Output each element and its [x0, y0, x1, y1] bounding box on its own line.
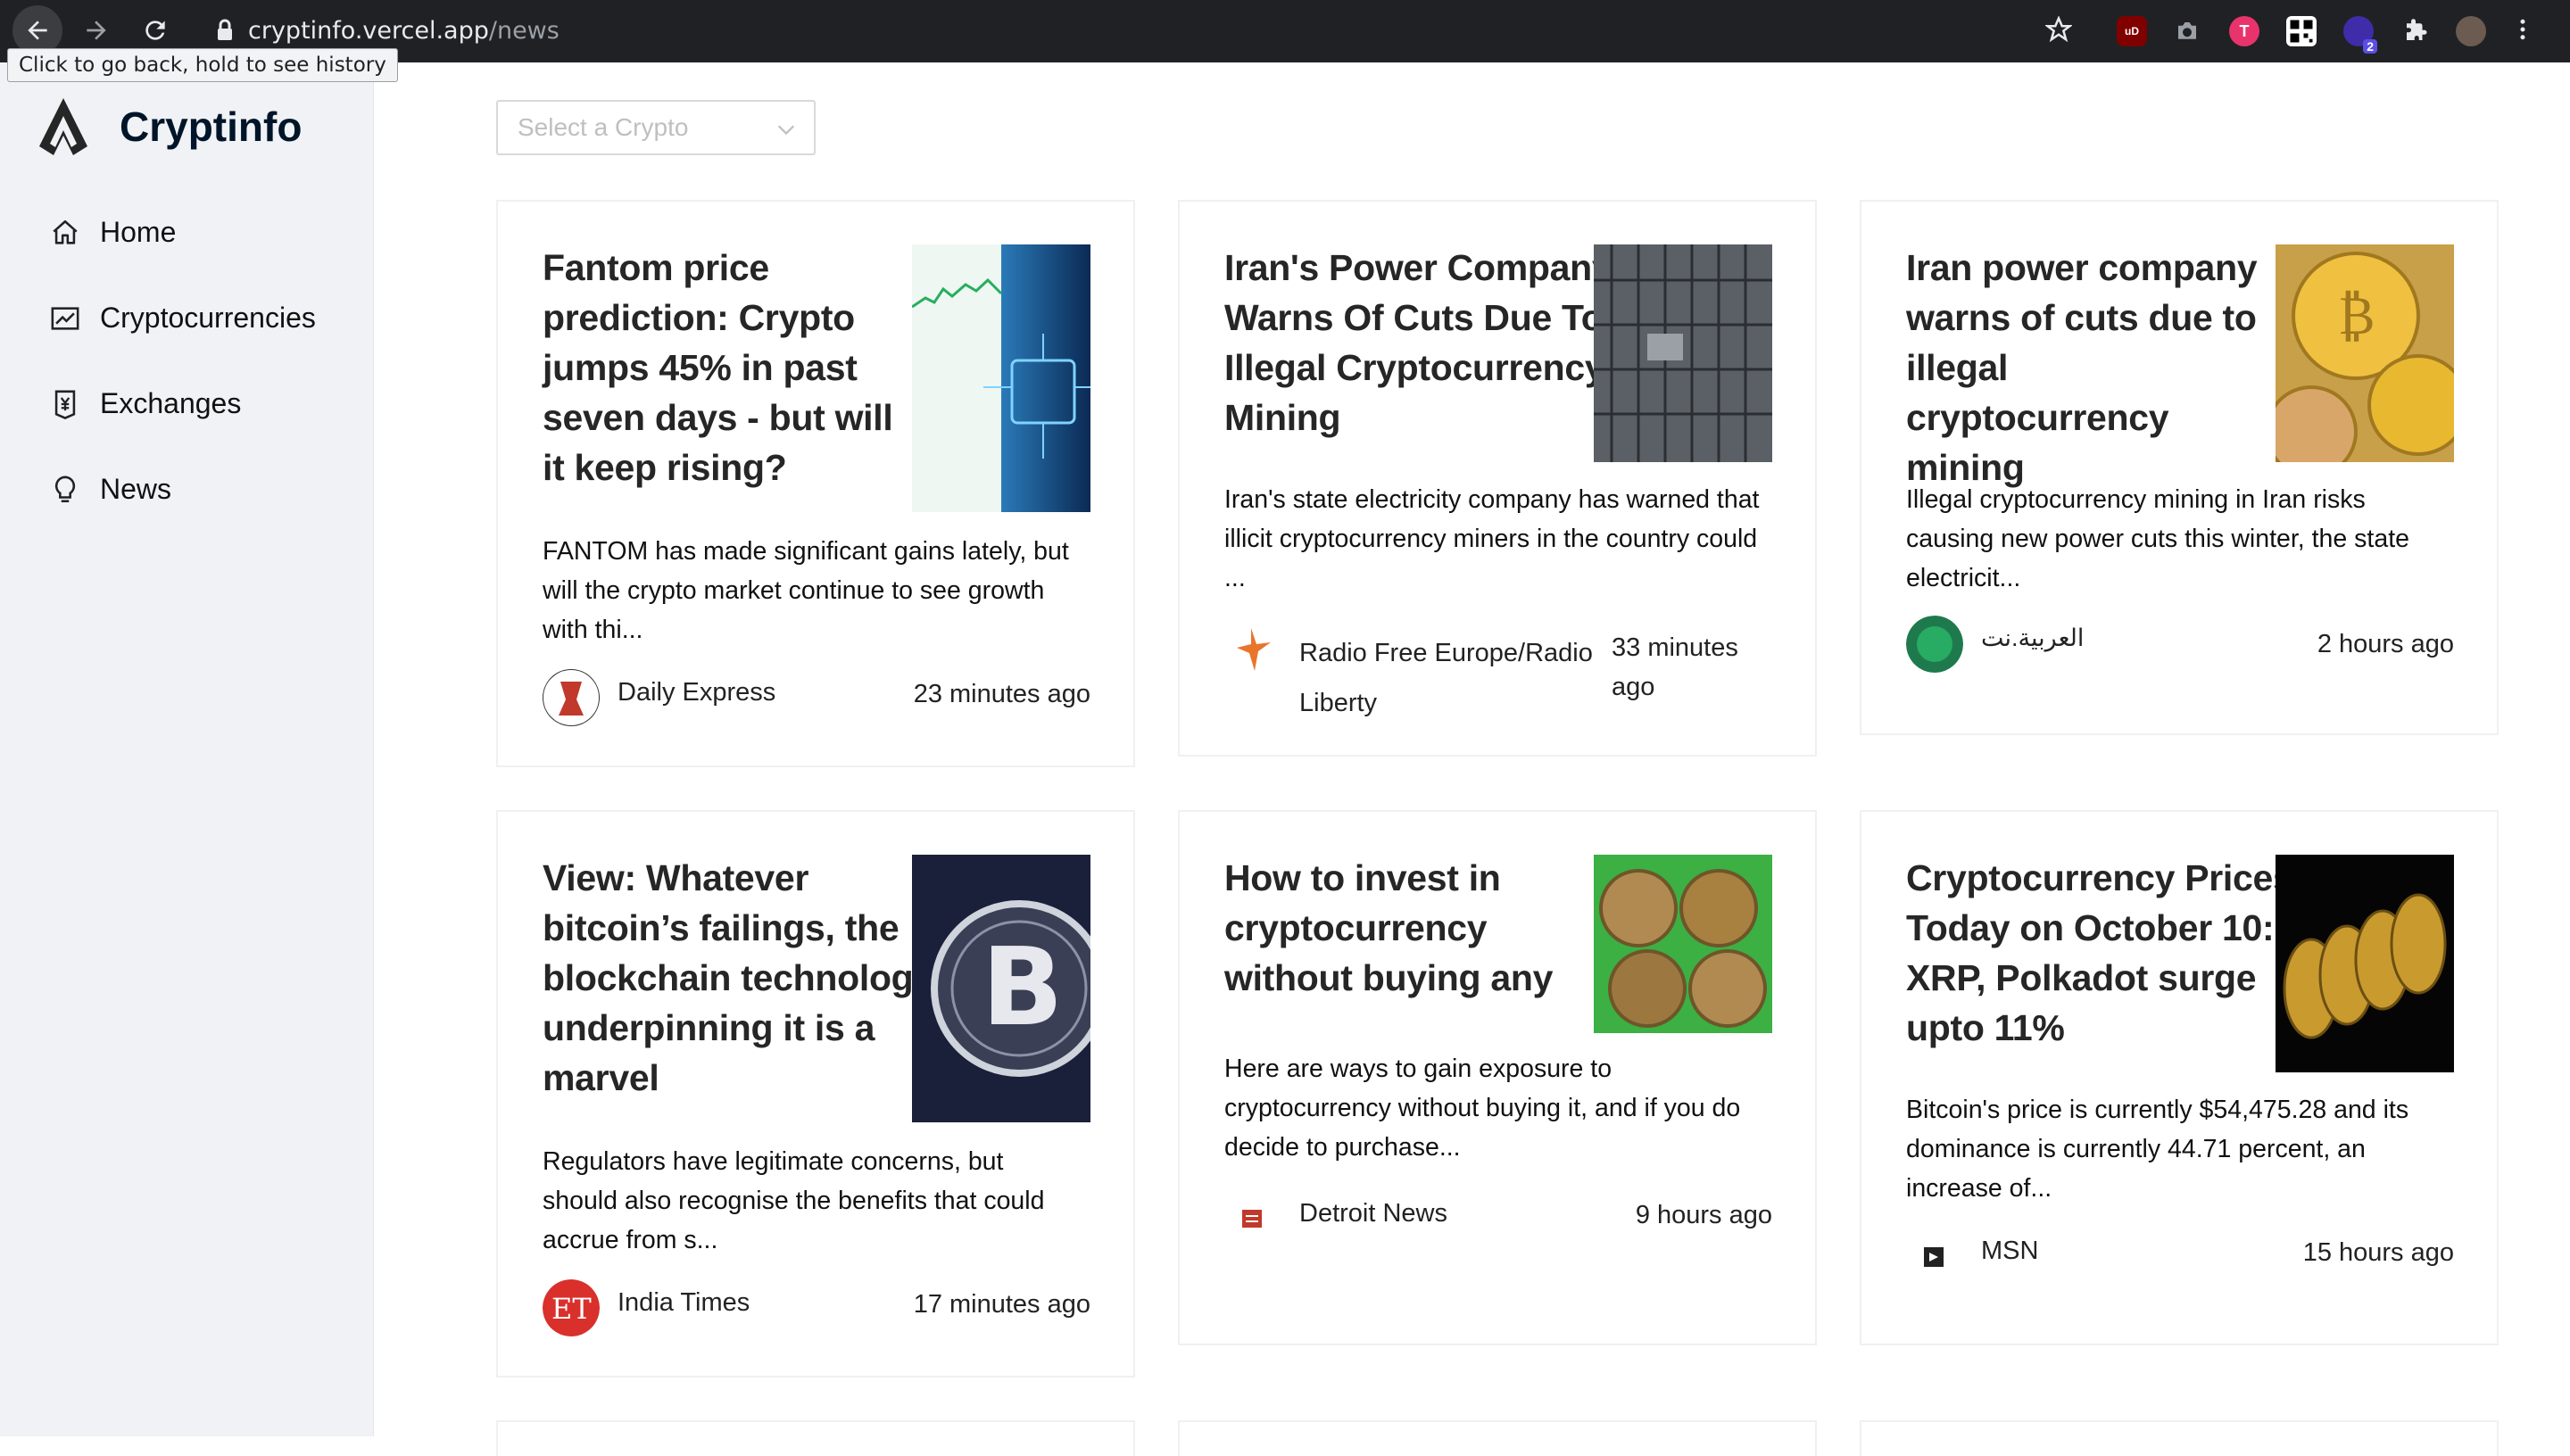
logo-icon	[39, 98, 87, 155]
source-avatar	[1242, 1210, 1262, 1228]
news-card[interactable]	[496, 1420, 1135, 1456]
qr-code-icon[interactable]	[2286, 16, 2317, 46]
news-title[interactable]: How to invest in cryptocurrency without …	[1224, 853, 1597, 1003]
url-host: cryptinfo.vercel.app	[248, 16, 489, 45]
news-card[interactable]: Iran power company warns of cuts due to …	[1860, 200, 2499, 735]
ublock-icon[interactable]: uD	[2117, 16, 2147, 46]
url-text: cryptinfo.vercel.app/news	[248, 17, 560, 45]
news-time: 15 hours ago	[2302, 1238, 2454, 1267]
logo-text: Cryptinfo	[120, 103, 303, 150]
news-description: Iran's state electricity company has war…	[1224, 485, 1760, 592]
news-source: MSN	[1981, 1237, 2039, 1265]
profile-avatar-icon[interactable]	[2456, 16, 2486, 46]
source-avatar	[1924, 1247, 1944, 1267]
sidebar-item-exchanges[interactable]: Exchanges	[50, 387, 241, 420]
svg-text:B: B	[982, 926, 1063, 1050]
news-card[interactable]: Iran's Power Company Warns Of Cuts Due T…	[1178, 200, 1817, 757]
news-image	[2276, 855, 2454, 1072]
crypto-select-placeholder: Select a Crypto	[518, 113, 689, 141]
sidebar-item-label: Home	[100, 216, 177, 248]
logo[interactable]: Cryptinfo	[36, 96, 302, 157]
news-image	[1594, 855, 1772, 1033]
news-description: Here are ways to gain exposure to crypto…	[1224, 1055, 1741, 1162]
news-source: Daily Express	[618, 678, 776, 707]
sidebar-item-cryptocurrencies[interactable]: Cryptocurrencies	[50, 302, 316, 335]
news-source: Detroit News	[1299, 1199, 1447, 1228]
news-title[interactable]: Iran power company warns of cuts due to …	[1906, 243, 2279, 492]
source-avatar	[543, 669, 600, 726]
news-source: India Times	[618, 1288, 750, 1317]
bulb-icon	[54, 476, 76, 502]
crypto-select[interactable]: Select a Crypto	[496, 100, 816, 155]
extension-badge-count: 2	[2363, 39, 2377, 54]
news-card[interactable]: View: Whatever bitcoin’s failings, the b…	[496, 810, 1135, 1377]
arrow-right-icon	[87, 21, 106, 40]
news-time: 2 hours ago	[2317, 630, 2454, 658]
news-title[interactable]: Iran's Power Company Warns Of Cuts Due T…	[1224, 243, 1617, 443]
svg-text:₿: ₿	[2338, 285, 2375, 347]
news-time: 23 minutes ago	[913, 680, 1090, 708]
news-source: العربية.نت	[1981, 625, 2085, 651]
svg-text:ET: ET	[551, 1292, 592, 1326]
news-card[interactable]: Cryptocurrency Prices Today on October 1…	[1860, 810, 2499, 1345]
news-title[interactable]: Fantom price prediction: Crypto jumps 45…	[543, 243, 916, 492]
reload-icon	[145, 21, 165, 40]
sidebar-item-label: Cryptocurrencies	[100, 302, 316, 334]
news-title[interactable]: Cryptocurrency Prices Today on October 1…	[1906, 853, 2299, 1053]
lock-icon	[218, 19, 232, 40]
sidebar-item-news[interactable]: News	[50, 473, 171, 506]
news-time: 17 minutes ago	[913, 1290, 1090, 1319]
news-time: 33 minutes ago	[1612, 633, 1738, 701]
sidebar-item-home[interactable]: Home	[50, 216, 176, 249]
news-description: Illegal cryptocurrency mining in Iran ri…	[1906, 485, 2409, 592]
source-avatar: ET	[543, 1279, 600, 1336]
news-image: ₿	[2276, 244, 2454, 462]
news-source: Radio Free Europe/Radio Liberty	[1299, 628, 1603, 728]
fund-icon	[51, 306, 79, 330]
news-description: Regulators have legitimate concerns, but…	[543, 1147, 1045, 1254]
news-card[interactable]: Fantom price prediction: Crypto jumps 45…	[496, 200, 1135, 767]
news-card[interactable]	[1178, 1420, 1817, 1456]
news-title[interactable]: View: Whatever bitcoin’s failings, the b…	[543, 853, 935, 1103]
news-description: Bitcoin's price is currently $54,475.28 …	[1906, 1096, 2409, 1203]
sidebar-item-label: Exchanges	[100, 387, 242, 419]
news-card[interactable]	[1860, 1420, 2499, 1456]
extension-t-icon[interactable]: T	[2229, 16, 2259, 46]
more-vert-icon[interactable]	[2509, 16, 2536, 43]
sidebar: Cryptinfo Home Cryptocurrencies Exchange…	[0, 62, 374, 1436]
sidebar-item-label: News	[100, 473, 172, 505]
bookmark-star-icon[interactable]	[2045, 16, 2072, 43]
arrow-left-icon	[28, 21, 47, 40]
news-source-text: Radio Free Europe/Radio Liberty	[1299, 639, 1593, 717]
chevron-down-icon	[777, 125, 795, 136]
address-bar[interactable]: cryptinfo.vercel.app/news	[191, 7, 2095, 54]
extension-badge-icon[interactable]: 2	[2343, 16, 2377, 54]
home-icon	[53, 219, 78, 244]
news-card[interactable]: How to invest in cryptocurrency without …	[1178, 810, 1817, 1345]
news-time: 9 hours ago	[1635, 1201, 1772, 1229]
source-avatar	[1237, 628, 1271, 671]
back-button-tooltip: Click to go back, hold to see history	[7, 48, 398, 82]
news-image	[1594, 244, 1772, 462]
camera-icon[interactable]	[2172, 16, 2202, 46]
money-collect-icon	[54, 390, 76, 419]
news-image	[912, 244, 1090, 512]
extensions-puzzle-icon[interactable]	[2400, 16, 2431, 46]
news-image: B	[912, 855, 1090, 1122]
url-path: /news	[488, 16, 560, 45]
source-avatar	[1906, 616, 1963, 673]
news-description: FANTOM has made significant gains lately…	[543, 537, 1069, 644]
